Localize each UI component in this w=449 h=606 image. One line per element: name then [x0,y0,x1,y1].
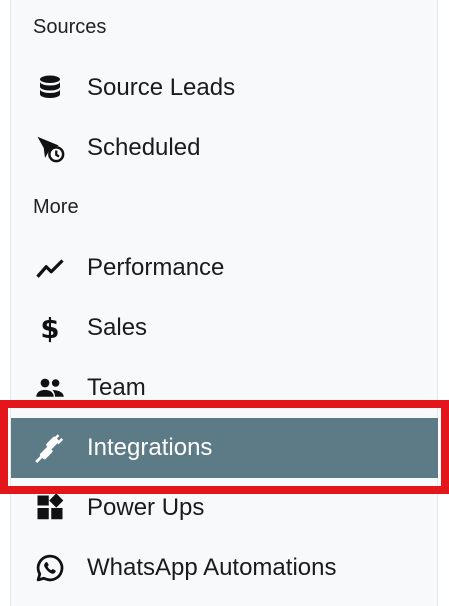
sidebar-item-label: Source Leads [87,74,236,101]
sidebar-item-label: Power Ups [87,494,205,521]
sidebar-item-label: Sales [87,314,148,341]
sidebar-item-label: Scheduled [87,134,201,161]
sidebar-item-performance[interactable]: Performance [11,238,438,298]
sidebar-item-team[interactable]: Team [11,358,438,418]
section-heading-sources: Sources [33,16,107,38]
sidebar-item-sales[interactable]: $ Sales [11,298,438,358]
widgets-icon [33,491,67,525]
sidebar-item-label: Performance [87,254,225,281]
sidebar-item-scheduled[interactable]: Scheduled [11,118,438,178]
scheduled-send-icon [33,131,67,165]
plug-icon [33,431,67,465]
sidebar-item-whatsapp-automations[interactable]: WhatsApp Automations [11,538,438,598]
sidebar-item-label: Team [87,374,146,401]
trend-line-icon [33,251,67,285]
dollar-icon: $ [33,311,67,345]
sidebar-item-source-leads[interactable]: Source Leads [11,58,438,118]
sidebar-item-label: WhatsApp Automations [87,554,337,581]
team-icon [33,371,67,405]
database-icon [33,71,67,105]
sidebar: Sources Source Leads Scheduled More Perf… [10,0,438,606]
svg-text:$: $ [40,313,59,343]
sidebar-item-label: Integrations [87,434,213,461]
sidebar-item-integrations[interactable]: Integrations [11,418,438,478]
sidebar-item-power-ups[interactable]: Power Ups [11,478,438,538]
whatsapp-icon [33,551,67,585]
section-heading-more: More [33,196,79,218]
